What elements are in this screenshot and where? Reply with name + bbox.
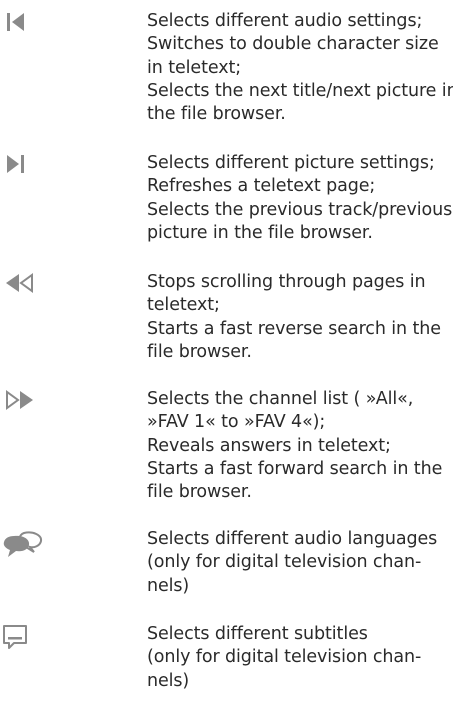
entry-description: Selects different audio languages (only … bbox=[147, 528, 447, 598]
entry-description: Selects different subtitles (only for di… bbox=[147, 623, 447, 693]
subtitles-icon bbox=[0, 623, 40, 653]
description-line: Reveals answers in teletext; bbox=[147, 435, 391, 456]
description-line: the file browser. bbox=[147, 104, 286, 125]
description-line: file browser. bbox=[147, 341, 252, 362]
description-line: Refreshes a teletext page; bbox=[147, 176, 376, 197]
description-line: teletext; bbox=[147, 295, 220, 316]
description-line: Selects different subtitles bbox=[147, 624, 368, 644]
description-line: Selects the channel list ( »All«, bbox=[147, 389, 414, 409]
description-line: Selects the previous track/previous bbox=[147, 199, 453, 220]
description-line: Selects different audio languages bbox=[147, 529, 438, 549]
description-line: Switches to double character size bbox=[147, 34, 439, 55]
speech-bubbles-icon bbox=[0, 530, 43, 560]
description-line: (only for digital television chan- bbox=[147, 647, 422, 668]
description-line: picture in the file browser. bbox=[147, 222, 373, 243]
entry-description: Selects different picture settings; Refr… bbox=[147, 152, 453, 245]
description-line: Selects different audio settings; bbox=[147, 11, 423, 31]
entry-description: Stops scrolling through pages in teletex… bbox=[147, 271, 447, 364]
description-line: nels) bbox=[147, 575, 190, 596]
description-line: Starts a fast reverse search in the bbox=[147, 318, 441, 339]
entry-description: Selects the channel list ( »All«, »FAV 1… bbox=[147, 388, 447, 504]
description-line: Selects the next title/next picture in bbox=[147, 80, 453, 101]
description-line: in teletext; bbox=[147, 57, 242, 78]
fast-forward-icon bbox=[0, 388, 40, 418]
description-line: Starts a fast forward search in the bbox=[147, 458, 443, 479]
skip-forward-icon bbox=[0, 152, 40, 182]
description-line: Selects different picture settings; bbox=[147, 153, 435, 173]
description-line: nels) bbox=[147, 670, 190, 691]
skip-back-icon bbox=[0, 10, 40, 40]
description-line: (only for digital television chan- bbox=[147, 552, 422, 573]
description-line: »FAV 1« to »FAV 4«); bbox=[147, 412, 326, 433]
description-line: file browser. bbox=[147, 482, 252, 503]
description-line: Stops scrolling through pages in bbox=[147, 272, 426, 292]
rewind-icon bbox=[0, 271, 40, 301]
entry-description: Selects different audio settings; Switch… bbox=[147, 10, 453, 126]
